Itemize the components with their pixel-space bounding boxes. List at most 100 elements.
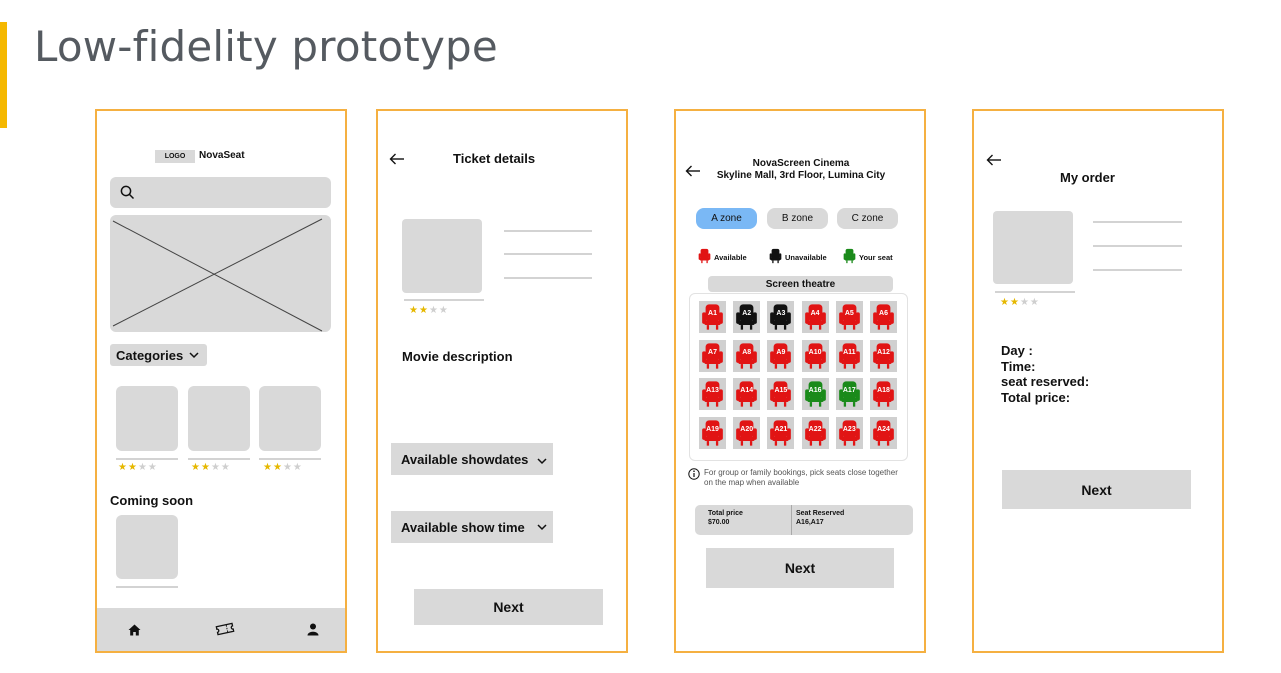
seat-label: A13 (706, 387, 719, 394)
seat-a5[interactable]: A5 (835, 301, 863, 333)
seat-a18[interactable]: A18 (870, 378, 897, 410)
seat-label: A5 (844, 310, 854, 317)
seat-label: A18 (877, 387, 890, 394)
legend-available: Available (698, 248, 747, 266)
seat-a21[interactable]: A21 (767, 416, 795, 449)
detail-line-3 (1093, 269, 1182, 271)
showtime-label: Available show time (401, 519, 525, 535)
ticket-details-screen: Ticket details ★★★★ Movie description Av… (376, 109, 628, 653)
legend-label: Your seat (859, 252, 893, 262)
group-booking-note: For group or family bookings, pick seats… (704, 468, 898, 488)
seat-a8[interactable]: A8 (733, 339, 761, 372)
my-order-screen: My order ★★★★ Day : Time: seat reserved:… (972, 109, 1224, 653)
movie-description-label: Movie description (402, 349, 513, 364)
seat-a17[interactable]: A17 (835, 378, 863, 410)
seat-label: A15 (774, 387, 788, 394)
back-arrow-icon[interactable] (389, 153, 405, 165)
seat-a19[interactable]: A19 (699, 416, 726, 449)
coming-soon-poster[interactable] (116, 515, 178, 579)
zone-tab-a[interactable]: A zone (696, 208, 757, 229)
legend-label: Available (714, 252, 747, 262)
next-button[interactable]: Next (1002, 470, 1191, 509)
seat-a13[interactable]: A13 (699, 378, 726, 410)
seat-a11[interactable]: A11 (835, 339, 863, 372)
movie-poster (402, 219, 482, 293)
seat-selection-screen: NovaScreen Cinema Skyline Mall, 3rd Floo… (674, 109, 926, 653)
next-button[interactable]: Next (706, 548, 894, 588)
movie-poster (993, 211, 1073, 284)
search-input[interactable] (110, 177, 331, 208)
ticket-icon[interactable] (215, 621, 235, 637)
seat-label: A7 (708, 348, 717, 356)
home-screen: LOGO NovaSeat Categories ★★★★ ★★★★ ★★★★ … (95, 109, 347, 653)
showdates-label: Available showdates (401, 451, 529, 467)
seat-label: A14 (740, 387, 754, 394)
movie-poster-1[interactable] (116, 386, 178, 451)
seat-a15[interactable]: A15 (767, 378, 795, 410)
poster-caption-line (995, 291, 1075, 293)
movie-rating-2: ★★★★ (191, 462, 231, 473)
seat-a16[interactable]: A16 (801, 378, 829, 410)
seat-a2: A2 (733, 301, 761, 333)
seat-label: A2 (742, 310, 752, 317)
movie-rating-1: ★★★★ (118, 462, 158, 473)
seat-a6[interactable]: A6 (870, 301, 897, 333)
legend-label: Unavailable (785, 252, 827, 262)
showtime-dropdown[interactable]: Available show time (391, 511, 553, 543)
showdates-dropdown[interactable]: Available showdates (391, 443, 553, 475)
legend-unavailable: Unavailable (769, 248, 827, 266)
total-price-label: Total price (708, 510, 743, 517)
chevron-down-icon (189, 351, 199, 358)
seat-label: A21 (774, 425, 788, 433)
detail-line-2 (504, 253, 592, 255)
legend-your-seat: Your seat (843, 248, 893, 266)
movie-title-line (259, 458, 321, 460)
screen-theatre-label: Screen theatre (708, 276, 893, 292)
seat-label: A8 (742, 348, 752, 356)
categories-dropdown[interactable]: Categories (110, 344, 207, 366)
seat-label: A11 (843, 348, 856, 356)
seat-a23[interactable]: A23 (835, 416, 863, 449)
seat-icon (769, 248, 782, 266)
image-placeholder-cross (112, 218, 323, 332)
total-price-value: $70.00 (708, 519, 730, 527)
zone-tab-c[interactable]: C zone (837, 208, 898, 229)
app-name: NovaSeat (199, 150, 245, 161)
seat-a24[interactable]: A24 (870, 416, 897, 449)
movie-poster-3[interactable] (259, 386, 321, 451)
movie-rating: ★★★★ (1000, 297, 1040, 308)
seat-a1[interactable]: A1 (699, 301, 726, 333)
seat-label: A24 (877, 425, 890, 433)
seat-map: A1 A2 A3 A4 A5 A6 A7 A8 A9 A10 A11 A12 A13 A14 A15 A16 A… (689, 293, 908, 461)
user-icon[interactable] (307, 623, 319, 636)
seat-a12[interactable]: A12 (870, 339, 897, 372)
screen-title: My order (1060, 170, 1115, 185)
seat-reserved-value: A16,A17 (796, 519, 824, 527)
seat-label: A9 (776, 348, 786, 356)
seat-label: A16 (808, 387, 822, 394)
seat-a20[interactable]: A20 (733, 416, 761, 449)
seat-a7[interactable]: A7 (699, 339, 726, 372)
back-arrow-icon[interactable] (986, 154, 1002, 166)
movie-title-line (116, 586, 178, 588)
home-icon[interactable] (128, 624, 141, 636)
seat-a22[interactable]: A22 (801, 416, 829, 449)
back-arrow-icon[interactable] (685, 165, 701, 177)
movie-rating-3: ★★★★ (263, 462, 303, 473)
seat-a9[interactable]: A9 (767, 339, 795, 372)
seat-a4[interactable]: A4 (801, 301, 829, 333)
seat-label: A4 (810, 310, 820, 317)
movie-poster-2[interactable] (188, 386, 250, 451)
total-price-label: Total price: (1001, 389, 1071, 405)
seat-a10[interactable]: A10 (801, 339, 829, 372)
hero-banner-placeholder[interactable] (110, 215, 331, 332)
seat-label: A3 (776, 310, 786, 317)
slide-title: Low-fidelity prototype (34, 22, 498, 71)
zone-tab-b[interactable]: B zone (767, 208, 828, 229)
next-button[interactable]: Next (414, 589, 603, 625)
zone-tab-label: A zone (711, 213, 742, 224)
accent-bar (0, 22, 7, 128)
seat-a14[interactable]: A14 (733, 378, 761, 410)
cinema-location: Skyline Mall, 3rd Floor, Lumina City (716, 170, 886, 181)
chevron-down-icon (537, 458, 547, 465)
